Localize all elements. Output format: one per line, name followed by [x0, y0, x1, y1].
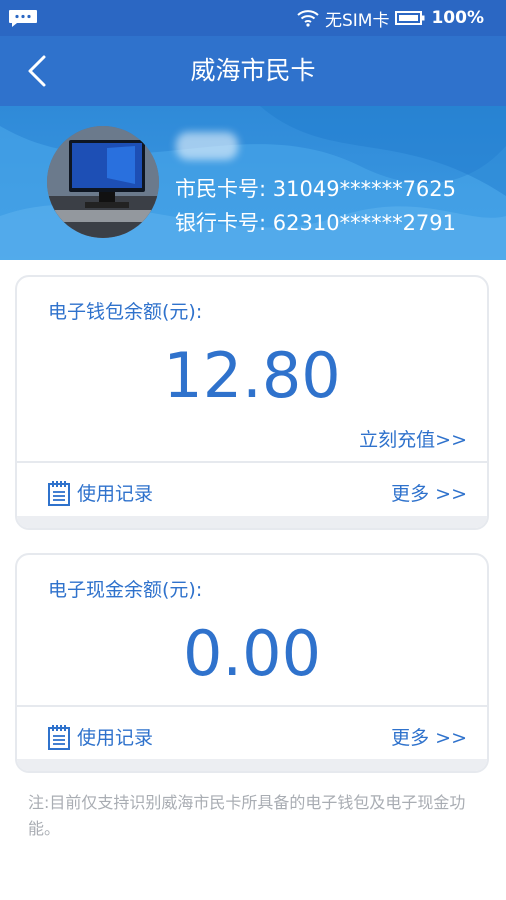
profile-banner: 市民卡号: 31049******7625 银行卡号: 62310******2… [0, 106, 506, 260]
e-cash-footer: 使用记录 更多 >> [17, 707, 487, 763]
e-cash-usage-records-button[interactable]: 使用记录 [47, 723, 153, 750]
bank-card-row: 银行卡号: 62310******2791 [175, 207, 456, 237]
status-bar: 无SIM卡 100% [0, 0, 506, 36]
notepad-icon [48, 480, 70, 506]
e-cash-balance-amount: 0.00 [182, 617, 322, 690]
network-status: 无SIM卡 [324, 10, 390, 31]
citizen-card-label: 市民卡号: [175, 177, 267, 201]
blurred-user-name [176, 132, 238, 160]
bank-card-number: 62310******2791 [272, 211, 457, 235]
e-cash-balance-label: 电子现金余额(元): [48, 579, 203, 601]
e-cash-usage-records-label: 使用记录 [77, 727, 154, 749]
footer-note: 注:目前仅支持识别威海市民卡所具备的电子钱包及电子现金功能。 [28, 793, 466, 838]
e-wallet-more-link[interactable]: 更多 >> [391, 479, 467, 506]
e-wallet-usage-records-button[interactable]: 使用记录 [47, 479, 153, 506]
notepad-icon [48, 724, 70, 750]
message-notification-icon [9, 10, 37, 27]
battery-level: 100% [431, 8, 484, 28]
wifi-icon [297, 10, 319, 27]
citizen-card-number: 31049******7625 [272, 177, 457, 201]
e-wallet-card: 电子钱包余额(元): 12.80 立刻充值>> 使用记录 更多 >> [15, 275, 489, 530]
recharge-link[interactable]: 立刻充值>> [359, 425, 467, 452]
bank-card-label: 银行卡号: [175, 211, 267, 235]
page-title: 威海市民卡 [190, 56, 316, 85]
e-cash-card: 电子现金余额(元): 0.00 使用记录 更多 >> [15, 553, 489, 773]
e-wallet-balance-label: 电子钱包余额(元): [48, 301, 203, 323]
e-cash-more-link[interactable]: 更多 >> [391, 723, 467, 750]
citizen-card-row: 市民卡号: 31049******7625 [175, 173, 456, 203]
card-bottom-strip [17, 516, 487, 528]
e-wallet-balance-amount: 12.80 [163, 339, 341, 412]
user-avatar[interactable] [47, 126, 159, 238]
e-wallet-usage-records-label: 使用记录 [77, 483, 154, 505]
app-bar: 威海市民卡 [0, 36, 506, 106]
battery-icon [395, 11, 425, 25]
e-wallet-footer: 使用记录 更多 >> [17, 463, 487, 519]
card-bottom-strip [17, 759, 487, 771]
